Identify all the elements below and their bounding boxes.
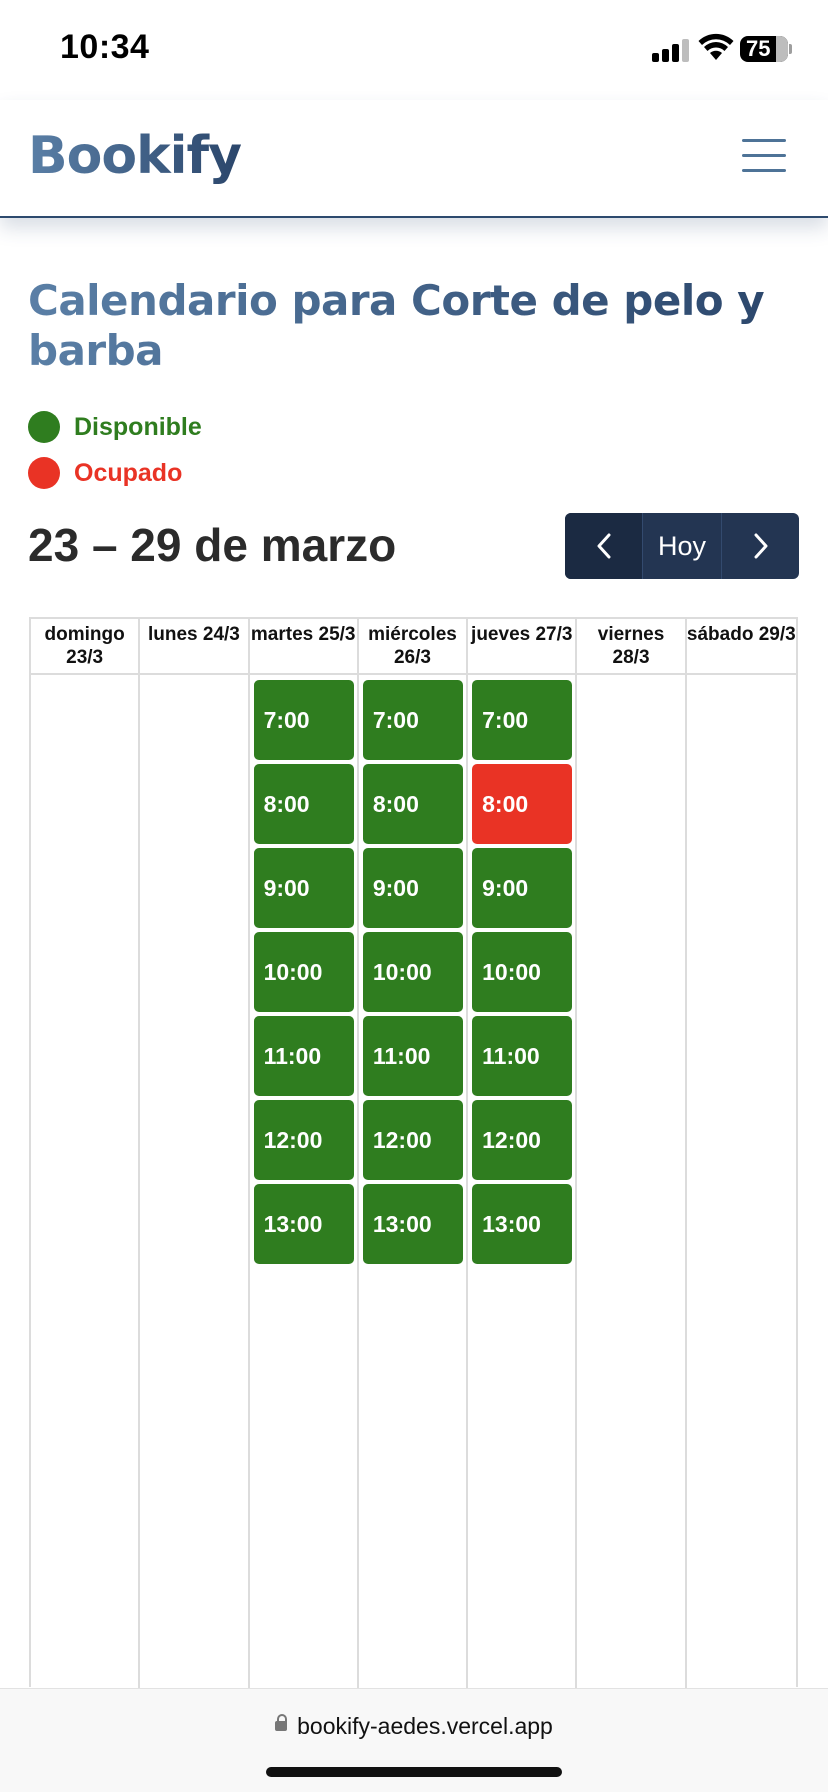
day-column: 7:00 8:00 9:00 10:00 11:00 12:00 13:00 [468, 675, 578, 1689]
day-column: 7:00 8:00 9:00 10:00 11:00 12:00 13:00 [359, 675, 469, 1689]
time-slot-available[interactable]: 7:00 [253, 680, 354, 760]
day-header: domingo 23/3 [31, 619, 141, 675]
day-date: 23/3 [66, 647, 104, 668]
time-slot-available[interactable]: 9:00 [472, 848, 573, 928]
day-header: miércoles 26/3 [359, 619, 469, 675]
wifi-icon [698, 33, 734, 60]
address-bar[interactable]: bookify-aedes.vercel.app [0, 1713, 828, 1740]
app-header: Bookify [0, 100, 828, 218]
chevron-right-icon [754, 533, 767, 559]
time-slot-available[interactable]: 8:00 [253, 764, 354, 844]
day-name: viernes [597, 624, 665, 645]
day-date: 29/3 [758, 624, 796, 645]
home-indicator[interactable] [266, 1767, 562, 1777]
day-date: 28/3 [612, 647, 650, 668]
time-slot-available[interactable]: 10:00 [253, 932, 354, 1012]
day-column [687, 675, 796, 1689]
day-name: jueves [471, 624, 531, 645]
status-time: 10:34 [60, 28, 150, 66]
day-name: sábado [686, 624, 754, 645]
calendar-body: 7:00 8:00 9:00 10:00 11:00 12:00 13:00 7:00 8:00… [31, 675, 796, 1689]
legend-label: Disponible [74, 412, 202, 441]
time-slot-busy[interactable]: 8:00 [472, 764, 573, 844]
time-slot-available[interactable]: 12:00 [472, 1100, 573, 1180]
time-slot-available[interactable]: 7:00 [362, 680, 463, 760]
chevron-left-icon [597, 533, 610, 559]
legend-dot-icon [28, 457, 60, 489]
prev-week-button[interactable] [565, 513, 642, 579]
legend: Disponible Ocupado [28, 404, 202, 496]
day-date: 27/3 [535, 624, 573, 645]
lock-icon [275, 1713, 288, 1731]
day-column [140, 675, 250, 1689]
day-column [577, 675, 687, 1689]
battery-level: 75 [746, 36, 771, 61]
browser-bottom-bar: bookify-aedes.vercel.app [0, 1688, 828, 1792]
brand-logo[interactable]: Bookify [28, 126, 242, 186]
day-header: lunes 24/3 [140, 619, 250, 675]
day-name: lunes [147, 624, 198, 645]
time-slot-available[interactable]: 13:00 [362, 1184, 463, 1264]
time-slot-available[interactable]: 13:00 [253, 1184, 354, 1264]
calendar-nav: Hoy [565, 513, 799, 579]
day-name: martes [250, 624, 314, 645]
signal-icon [652, 38, 692, 62]
day-column [31, 675, 141, 1689]
day-header: sábado 29/3 [687, 619, 796, 675]
day-date: 24/3 [202, 624, 240, 645]
status-bar: 10:34 75 [0, 0, 828, 100]
day-name: miércoles [368, 624, 457, 645]
day-date: 26/3 [393, 647, 431, 668]
time-slot-available[interactable]: 11:00 [362, 1016, 463, 1096]
week-range: 23 – 29 de marzo [28, 519, 397, 571]
day-header: martes 25/3 [250, 619, 359, 675]
time-slot-available[interactable]: 11:00 [472, 1016, 573, 1096]
time-slot-available[interactable]: 13:00 [472, 1184, 573, 1264]
time-slot-available[interactable]: 10:00 [362, 932, 463, 1012]
day-name: domingo [44, 624, 125, 645]
day-header: jueves 27/3 [468, 619, 578, 675]
today-button[interactable]: Hoy [642, 513, 722, 579]
time-slot-available[interactable]: 9:00 [253, 848, 354, 928]
url-text: bookify-aedes.vercel.app [297, 1713, 553, 1739]
time-slot-available[interactable]: 8:00 [362, 764, 463, 844]
week-calendar: domingo 23/3 lunes 24/3 martes 25/3 miércol… [29, 617, 798, 1689]
legend-item: Disponible [28, 404, 202, 450]
battery-icon: 75 [740, 36, 792, 62]
time-slot-available[interactable]: 12:00 [362, 1100, 463, 1180]
time-slot-available[interactable]: 9:00 [362, 848, 463, 928]
day-header: viernes 28/3 [577, 619, 687, 675]
time-slot-available[interactable]: 10:00 [472, 932, 573, 1012]
page-title: Calendario para Corte de pelo y barba [28, 276, 788, 376]
hamburger-menu-icon[interactable] [742, 136, 788, 176]
legend-dot-icon [28, 411, 60, 443]
next-week-button[interactable] [722, 513, 799, 579]
day-date: 25/3 [318, 624, 356, 645]
day-column: 7:00 8:00 9:00 10:00 11:00 12:00 13:00 [250, 675, 359, 1689]
time-slot-available[interactable]: 7:00 [472, 680, 573, 760]
legend-item: Ocupado [28, 450, 202, 496]
legend-label: Ocupado [74, 458, 183, 487]
time-slot-available[interactable]: 11:00 [253, 1016, 354, 1096]
calendar-header: domingo 23/3 lunes 24/3 martes 25/3 miércol… [31, 619, 796, 675]
time-slot-available[interactable]: 12:00 [253, 1100, 354, 1180]
